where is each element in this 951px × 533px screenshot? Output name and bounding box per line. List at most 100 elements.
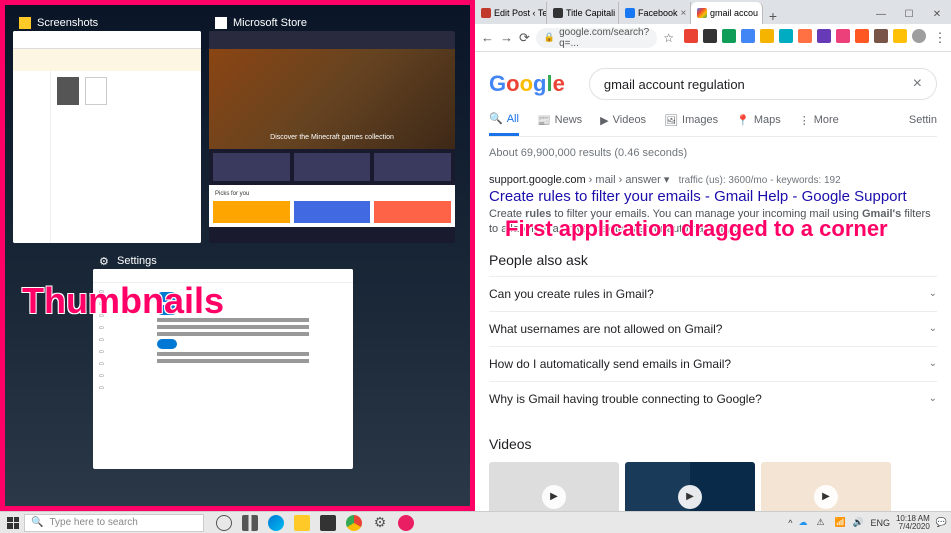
- paa-item[interactable]: How do I automatically send emails in Gm…: [489, 346, 937, 381]
- tray-icon[interactable]: ☁: [798, 517, 810, 529]
- tab-close-icon[interactable]: ×: [681, 8, 687, 19]
- clock[interactable]: 10:18 AM 7/4/2020: [896, 515, 930, 531]
- browser-tab-active[interactable]: gmail accou×: [691, 2, 763, 24]
- tab-news[interactable]: 📰News: [537, 114, 582, 135]
- video-result[interactable]: ▶ 5:04: [489, 462, 619, 511]
- folder-icon: [19, 17, 31, 29]
- extension-icons: ⋮: [684, 29, 949, 47]
- hero-text: Discover the Minecraft games collection: [270, 134, 394, 141]
- extension-icon[interactable]: [722, 29, 736, 43]
- app-icon[interactable]: [398, 515, 414, 531]
- star-icon[interactable]: ☆: [663, 31, 674, 45]
- settings-icon[interactable]: ⚙: [372, 515, 388, 531]
- wifi-icon[interactable]: 📶: [834, 517, 846, 529]
- snap-assist-panel: Screenshots: [0, 0, 475, 511]
- avatar-icon[interactable]: [912, 29, 926, 43]
- chevron-down-icon: ⌄: [929, 288, 937, 299]
- browser-window: Edit Post ‹ Te× Title Capitali× Facebook…: [475, 0, 951, 511]
- extension-icon[interactable]: [779, 29, 793, 43]
- edge-icon[interactable]: [268, 515, 284, 531]
- paa-item[interactable]: Can you create rules in Gmail?⌄: [489, 276, 937, 311]
- tab-maps[interactable]: 📍Maps: [736, 114, 781, 135]
- page-content: Google gmail account regulation × 🔍All 📰…: [475, 52, 951, 511]
- paa-item[interactable]: Why is Gmail having trouble connecting t…: [489, 381, 937, 416]
- extension-icon[interactable]: [817, 29, 831, 43]
- extension-icon[interactable]: [893, 29, 907, 43]
- result-title-link[interactable]: Create rules to filter your emails - Gma…: [489, 188, 937, 205]
- new-tab-button[interactable]: +: [763, 8, 783, 24]
- extension-icon[interactable]: [741, 29, 755, 43]
- video-result[interactable]: ▶ 1:42: [625, 462, 755, 511]
- thumbnail-screenshots[interactable]: Screenshots: [13, 13, 201, 243]
- paa-item[interactable]: What usernames are not allowed on Gmail?…: [489, 311, 937, 346]
- minimize-button[interactable]: —: [867, 4, 895, 24]
- forward-button[interactable]: →: [500, 29, 513, 47]
- tab-videos[interactable]: ▶Videos: [600, 114, 646, 135]
- address-bar[interactable]: 🔒 google.com/search?q=...: [536, 28, 657, 48]
- clear-search-icon[interactable]: ×: [913, 75, 922, 93]
- start-button[interactable]: [4, 514, 22, 532]
- browser-tab[interactable]: Facebook×: [619, 2, 691, 24]
- thumbnail-title: Settings: [117, 255, 157, 267]
- extension-icon[interactable]: [855, 29, 869, 43]
- extension-icon[interactable]: [836, 29, 850, 43]
- url-text: google.com/search?q=...: [559, 27, 649, 49]
- tab-more[interactable]: ⋮More: [799, 114, 839, 135]
- chrome-icon[interactable]: [346, 515, 362, 531]
- gear-icon: ⚙: [99, 255, 111, 267]
- tray-icon[interactable]: ⚠: [816, 517, 828, 529]
- search-query: gmail account regulation: [604, 77, 745, 92]
- result-stats: About 69,900,000 results (0.46 seconds): [489, 147, 937, 159]
- browser-toolbar: ← → ⟳ 🔒 google.com/search?q=... ☆ ⋮: [475, 24, 951, 52]
- maximize-button[interactable]: ☐: [895, 4, 923, 24]
- search-input[interactable]: gmail account regulation ×: [589, 68, 937, 100]
- menu-icon[interactable]: ⋮: [931, 29, 949, 47]
- explorer-icon[interactable]: [294, 515, 310, 531]
- paa-heading: People also ask: [489, 252, 937, 268]
- thumbnail-microsoft-store[interactable]: Microsoft Store Discover the Minecraft g…: [209, 13, 455, 243]
- taskbar-search[interactable]: 🔍 Type here to search: [24, 514, 204, 532]
- result-snippet: Create rules to filter your emails. You …: [489, 207, 937, 238]
- chevron-down-icon: ⌄: [929, 323, 937, 334]
- notifications-icon[interactable]: 💬: [936, 517, 947, 528]
- news-icon: 📰: [537, 114, 551, 127]
- tab-settings[interactable]: Settin: [909, 114, 937, 134]
- browser-tab[interactable]: Title Capitali×: [547, 2, 619, 24]
- store-icon[interactable]: [320, 515, 336, 531]
- lock-icon: 🔒: [544, 32, 555, 43]
- thumbnail-settings[interactable]: ⚙ Settings ▭▭▭ ▭▭▭ ▭▭▭: [93, 251, 462, 469]
- windows-icon: [7, 517, 19, 529]
- pin-icon: 📍: [736, 114, 750, 127]
- cortana-icon[interactable]: [216, 515, 232, 531]
- extension-icon[interactable]: [703, 29, 717, 43]
- google-logo[interactable]: Google: [489, 71, 565, 97]
- extension-icon[interactable]: [874, 29, 888, 43]
- taskbar: 🔍 Type here to search ⚙ ^ ☁ ⚠ 📶 🔊 ENG 10…: [0, 511, 951, 533]
- tray-up-icon[interactable]: ^: [788, 518, 792, 528]
- extension-icon[interactable]: [760, 29, 774, 43]
- search-placeholder: Type here to search: [49, 517, 137, 528]
- play-icon: ▶: [678, 485, 702, 509]
- thumbnail-title: Microsoft Store: [233, 17, 307, 29]
- browser-titlebar: Edit Post ‹ Te× Title Capitali× Facebook…: [475, 0, 951, 24]
- play-icon: ▶: [814, 485, 838, 509]
- videos-carousel: ▶ 5:04 ▶ 1:42 ▶ 6:33: [489, 462, 937, 511]
- video-icon: ▶: [600, 114, 608, 127]
- volume-icon[interactable]: 🔊: [852, 517, 864, 529]
- play-icon: ▶: [542, 485, 566, 509]
- store-icon: [215, 17, 227, 29]
- reload-button[interactable]: ⟳: [519, 29, 530, 47]
- language-indicator[interactable]: ENG: [870, 518, 890, 528]
- browser-tab[interactable]: Edit Post ‹ Te×: [475, 2, 547, 24]
- caret-down-icon[interactable]: ▾: [664, 174, 670, 186]
- tab-all[interactable]: 🔍All: [489, 112, 519, 136]
- chevron-down-icon: ⌄: [929, 393, 937, 404]
- task-view-icon[interactable]: [242, 515, 258, 531]
- back-button[interactable]: ←: [481, 29, 494, 47]
- video-result[interactable]: ▶ 6:33: [761, 462, 891, 511]
- tab-images[interactable]: 🖼Images: [664, 114, 718, 135]
- extension-icon[interactable]: [684, 29, 698, 43]
- thumbnail-title: Screenshots: [37, 17, 98, 29]
- extension-icon[interactable]: [798, 29, 812, 43]
- close-button[interactable]: ✕: [923, 4, 951, 24]
